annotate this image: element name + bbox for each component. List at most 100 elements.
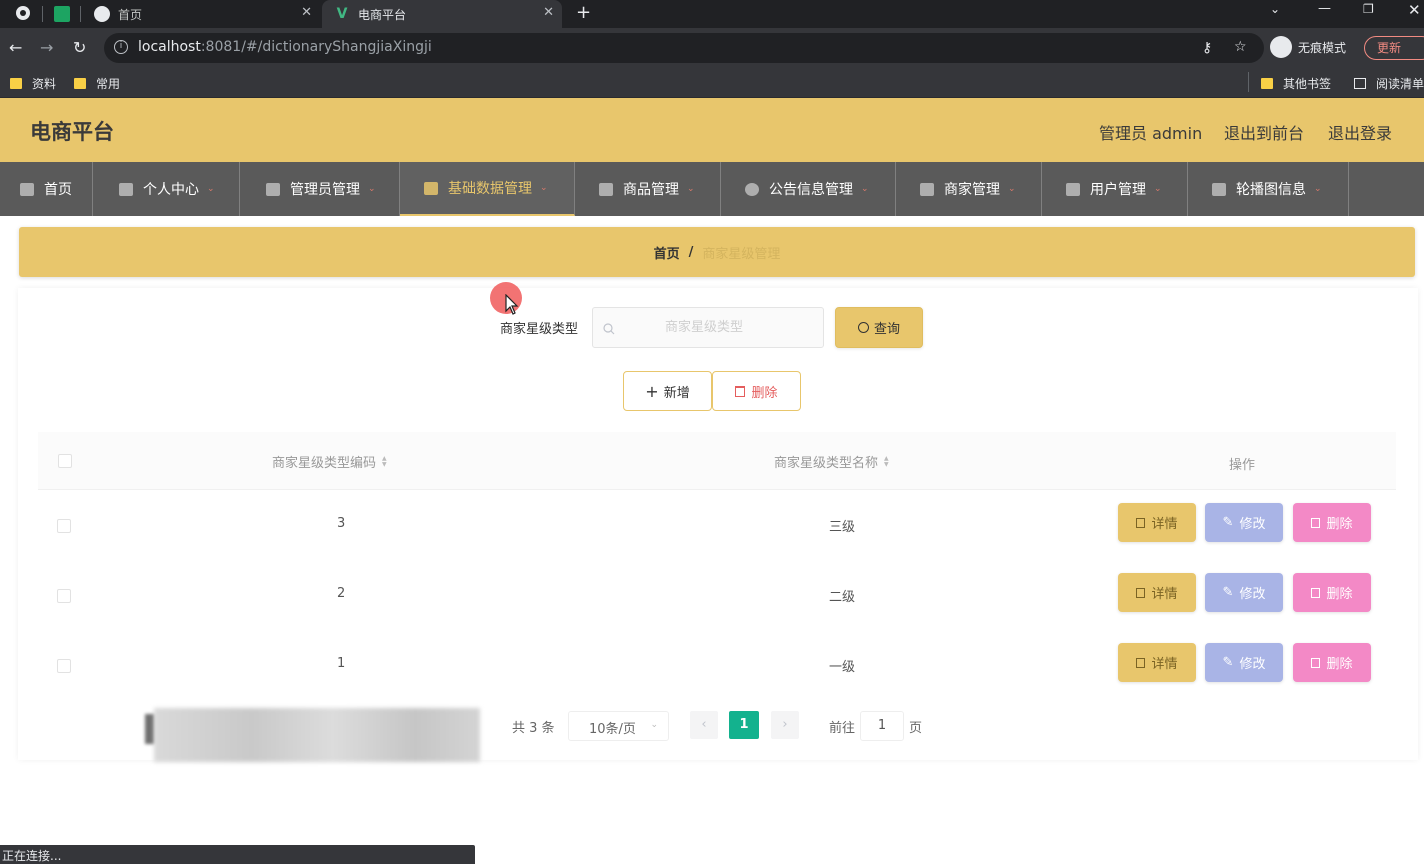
- incognito-indicator[interactable]: 无痕模式: [1270, 36, 1346, 58]
- app-title: 电商平台: [30, 120, 114, 144]
- cell-code: 3: [337, 516, 346, 531]
- tab-search-icon[interactable]: ⌄: [1270, 2, 1280, 16]
- to-front-link[interactable]: 退出到前台: [1224, 120, 1304, 144]
- notice-icon: [745, 182, 759, 196]
- star-icon[interactable]: ☆: [1234, 39, 1247, 55]
- picture-icon: [424, 181, 438, 195]
- forward-icon[interactable]: →: [40, 38, 53, 58]
- delete-button[interactable]: 删除: [1293, 503, 1371, 542]
- goto-page-input[interactable]: 1: [860, 711, 904, 741]
- new-tab-button[interactable]: +: [576, 2, 591, 23]
- row-checkbox[interactable]: [57, 659, 71, 673]
- bookmarks-bar: 资料 常用 其他书签 阅读清单: [0, 68, 1424, 98]
- cell-name: 一级: [829, 660, 856, 675]
- app-header: 电商平台 管理员 admin 退出到前台 退出登录: [0, 98, 1424, 162]
- close-icon[interactable]: ✕: [543, 5, 554, 20]
- select-all-checkbox[interactable]: [58, 454, 72, 468]
- nav-item-carousel[interactable]: 轮播图信息 ⌄: [1188, 162, 1349, 216]
- plus-icon: +: [645, 381, 659, 401]
- trash-icon: [735, 385, 746, 397]
- pencil-icon: ✎: [1222, 655, 1234, 670]
- batch-delete-button[interactable]: 删除: [712, 371, 801, 411]
- carousel-icon: [1212, 182, 1226, 196]
- edit-button[interactable]: ✎ 修改: [1205, 573, 1283, 612]
- edit-button[interactable]: ✎ 修改: [1205, 643, 1283, 682]
- bookmark-folder-common[interactable]: 常用: [74, 75, 120, 92]
- minimize-icon[interactable]: —: [1318, 1, 1331, 16]
- edit-button[interactable]: ✎ 修改: [1205, 503, 1283, 542]
- tab-divider: [42, 6, 43, 22]
- reload-icon[interactable]: ↻: [73, 38, 86, 58]
- search-icon: [603, 320, 615, 335]
- breadcrumb: 首页 / 商家星级管理: [19, 227, 1415, 277]
- detail-button[interactable]: 详情: [1118, 503, 1196, 542]
- restore-icon[interactable]: ❐: [1363, 2, 1374, 16]
- user-icon: [119, 182, 133, 196]
- incognito-label: 无痕模式: [1298, 40, 1347, 55]
- pencil-icon: ✎: [1222, 585, 1234, 600]
- trash-icon: [1311, 517, 1321, 528]
- tab-title: 首页: [118, 7, 143, 22]
- bookmark-folder-materials[interactable]: 资料: [10, 75, 56, 92]
- tab-shop[interactable]: V 电商平台 ✕: [322, 0, 562, 28]
- browser-menu-icon[interactable]: [14, 4, 32, 26]
- window-close-icon[interactable]: ✕: [1408, 1, 1421, 19]
- users-icon: [1066, 182, 1080, 196]
- column-header-name[interactable]: 商家星级类型名称 ▲ ▼: [774, 452, 889, 471]
- bookmark-divider: [1248, 72, 1249, 92]
- chevron-down-icon: ⌄: [207, 184, 215, 194]
- reading-list[interactable]: 阅读清单: [1354, 75, 1424, 92]
- pencil-icon: ✎: [1222, 515, 1234, 530]
- add-button[interactable]: + 新增: [623, 371, 712, 411]
- nav-item-basic-data[interactable]: 基础数据管理 ⌄: [400, 162, 575, 216]
- chevron-down-icon: ⌄: [861, 184, 869, 194]
- detail-button[interactable]: 详情: [1118, 573, 1196, 612]
- nav-item-profile[interactable]: 个人中心 ⌄: [93, 162, 240, 216]
- back-icon[interactable]: ←: [9, 38, 22, 58]
- nav-item-admin[interactable]: 管理员管理 ⌄: [240, 162, 400, 216]
- nav-item-merchants[interactable]: 商家管理 ⌄: [896, 162, 1042, 216]
- row-checkbox[interactable]: [57, 519, 71, 533]
- search-input[interactable]: [592, 307, 824, 348]
- browser-status-bar: 正在连接...: [0, 845, 475, 864]
- delete-button[interactable]: 删除: [1293, 643, 1371, 682]
- column-header-actions: 操作: [1229, 458, 1256, 473]
- page-unit-label: 页: [909, 721, 923, 736]
- tab-home[interactable]: 首页 ✕: [92, 0, 320, 28]
- goto-label: 前往: [829, 721, 856, 736]
- key-icon[interactable]: ⚷: [1202, 40, 1212, 56]
- next-page-button[interactable]: ›: [771, 711, 799, 739]
- query-button[interactable]: 查询: [835, 307, 923, 348]
- url-field[interactable]: i localhost:8081/#/dictionaryShangjiaXin…: [104, 33, 1264, 63]
- nav-item-users[interactable]: 用户管理 ⌄: [1042, 162, 1188, 216]
- close-icon[interactable]: ✕: [301, 5, 312, 20]
- trash-icon: [1311, 657, 1321, 668]
- row-checkbox[interactable]: [57, 589, 71, 603]
- sheet-app-icon[interactable]: [54, 6, 70, 22]
- update-button[interactable]: 更新: [1364, 36, 1424, 60]
- cell-name: 二级: [829, 590, 856, 605]
- chevron-down-icon: ⌄: [1314, 184, 1322, 194]
- sort-icon[interactable]: ▲ ▼: [884, 455, 889, 468]
- prev-page-button[interactable]: ‹: [690, 711, 718, 739]
- blurred-region: [154, 708, 480, 762]
- nav-item-goods[interactable]: 商品管理 ⌄: [575, 162, 721, 216]
- delete-button[interactable]: 删除: [1293, 573, 1371, 612]
- site-info-icon[interactable]: i: [114, 40, 128, 54]
- detail-button[interactable]: 详情: [1118, 643, 1196, 682]
- bookmark-other[interactable]: 其他书签: [1261, 75, 1331, 92]
- page-size-select[interactable]: 10条/页 ⌄: [568, 711, 669, 741]
- browser-tabstrip: 首页 ✕ V 电商平台 ✕ + ⌄ — ❐ ✕: [0, 0, 1424, 28]
- data-table: 商家星级类型编码 ▲ ▼ 商家星级类型名称 ▲ ▼ 操作 3 三级 详情 ✎ 修改 删…: [38, 432, 1396, 700]
- breadcrumb-separator: /: [688, 244, 694, 260]
- globe-icon: [94, 6, 110, 22]
- nav-item-home[interactable]: 首页: [0, 162, 93, 216]
- sort-icon[interactable]: ▲ ▼: [382, 455, 387, 468]
- page-number-active[interactable]: 1: [729, 711, 759, 739]
- flag-icon: [266, 182, 280, 196]
- breadcrumb-home[interactable]: 首页: [654, 243, 680, 262]
- incognito-icon: [1270, 36, 1292, 58]
- logout-link[interactable]: 退出登录: [1328, 120, 1392, 144]
- column-header-code[interactable]: 商家星级类型编码 ▲ ▼: [272, 452, 387, 471]
- nav-item-notices[interactable]: 公告信息管理 ⌄: [721, 162, 896, 216]
